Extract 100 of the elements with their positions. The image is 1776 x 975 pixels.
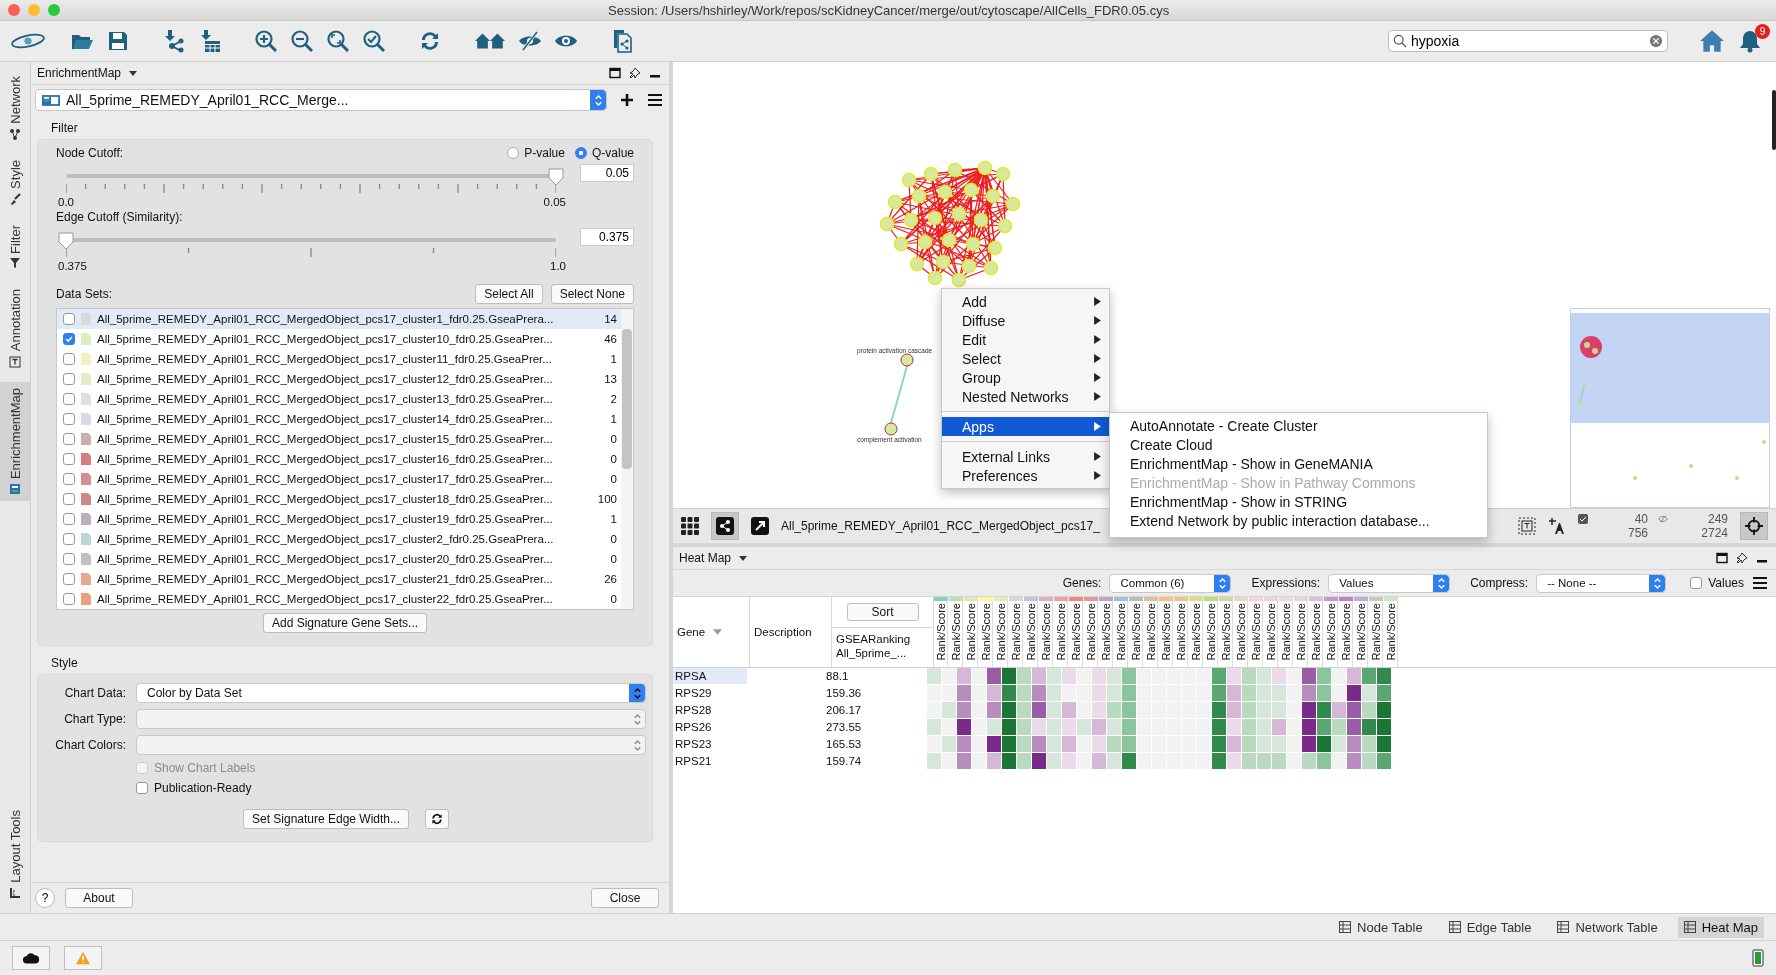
checkbox[interactable] — [63, 573, 75, 585]
grid-icon[interactable] — [681, 517, 699, 535]
menu-item[interactable]: EnrichmentMap - Show in STRING — [1110, 493, 1487, 512]
zoom-out-icon[interactable] — [290, 29, 314, 53]
select-button[interactable]: Select All — [475, 284, 543, 304]
column-header[interactable]: Rank/Score — [1204, 601, 1218, 667]
checkbox[interactable] — [63, 413, 75, 425]
menu-icon[interactable] — [647, 93, 663, 107]
maximize-icon[interactable] — [1716, 552, 1728, 564]
column-header[interactable]: Rank/Score — [1129, 601, 1143, 667]
data-set-row[interactable]: All_5prime_REMEDY_April01_RCC_MergedObject_pcs17_cluster10_fdr0.25.GseaPrer... 46 — [57, 329, 621, 349]
radio-label[interactable]: P-value — [524, 146, 565, 160]
column-header[interactable]: Rank/Score — [1219, 601, 1233, 667]
column-header[interactable]: Rank/Score — [934, 601, 948, 667]
data-set-row[interactable]: All_5prime_REMEDY_April01_RCC_MergedObject_pcs17_cluster17_fdr0.25.GseaPrer... 0 — [57, 469, 621, 489]
data-set-row[interactable]: All_5prime_REMEDY_April01_RCC_MergedObject_pcs17_cluster14_fdr0.25.GseaPrer... 1 — [57, 409, 621, 429]
zoom-fit-icon[interactable] — [326, 29, 350, 53]
menu-item[interactable]: Select — [942, 349, 1109, 368]
column-header[interactable]: Rank/Score — [1309, 601, 1323, 667]
close-button[interactable]: Close — [591, 888, 659, 908]
column-header[interactable]: Rank/Score — [1114, 601, 1128, 667]
menu-item[interactable]: Extend Network by public interaction database... — [1110, 512, 1487, 531]
checkbox[interactable] — [63, 473, 75, 485]
gene-cell[interactable]: RPS26 — [673, 719, 747, 735]
column-header[interactable]: Rank/Score — [1024, 601, 1038, 667]
expressions-dropdown[interactable]: Values — [1328, 573, 1451, 593]
slider-thumb[interactable] — [548, 168, 564, 186]
checkbox[interactable] — [63, 433, 75, 445]
checkbox[interactable] — [63, 533, 75, 545]
caret-icon[interactable] — [739, 555, 748, 561]
column-header[interactable]: Rank/Score — [1384, 601, 1398, 667]
move-text-icon[interactable] — [1548, 517, 1566, 535]
compress-dropdown[interactable]: -- None -- — [1536, 573, 1667, 593]
scrollbar-thumb[interactable] — [622, 329, 632, 469]
column-header[interactable]: Rank/Score — [1264, 601, 1278, 667]
checkbox[interactable] — [63, 313, 75, 325]
gene-cell[interactable]: RPS29 — [673, 685, 747, 701]
radio-label[interactable]: Q-value — [591, 146, 634, 160]
side-tab[interactable]: Style — [0, 153, 30, 211]
column-header[interactable]: Rank/Score — [1144, 601, 1158, 667]
network-view-button[interactable] — [711, 512, 739, 540]
checkbox[interactable] — [63, 453, 75, 465]
column-header[interactable]: Rank/Score — [1054, 601, 1068, 667]
column-header[interactable]: Rank/Score — [994, 601, 1008, 667]
side-tab[interactable]: Network — [0, 70, 30, 146]
refresh-button[interactable] — [425, 809, 450, 829]
checkbox[interactable] — [63, 493, 75, 505]
home-icon[interactable] — [1698, 28, 1726, 54]
menu-item[interactable]: External Links — [942, 447, 1109, 466]
menu-item[interactable]: Create Cloud — [1110, 436, 1487, 455]
menu-item[interactable]: Diffuse — [942, 311, 1109, 330]
gene-cell[interactable]: RPS23 — [673, 736, 747, 752]
column-header[interactable]: Rank/Score — [1369, 601, 1383, 667]
column-header[interactable]: Rank/Score — [1294, 601, 1308, 667]
gene-cell[interactable]: RPSA — [673, 668, 747, 684]
search-field[interactable]: hypoxia — [1388, 30, 1668, 52]
network-dropdown[interactable]: All_5prime_REMEDY_April01_RCC_Merge... — [35, 89, 607, 111]
menu-item[interactable]: AutoAnnotate - Create Cluster — [1110, 417, 1487, 436]
side-tab[interactable]: Annotation — [0, 283, 30, 374]
menu-icon[interactable] — [1752, 576, 1768, 590]
column-header[interactable]: Rank/Score — [1084, 601, 1098, 667]
add-icon[interactable] — [619, 93, 635, 107]
data-set-row[interactable]: All_5prime_REMEDY_April01_RCC_MergedObject_pcs17_cluster20_fdr0.25.GseaPrer... 0 — [57, 549, 621, 569]
menu-item[interactable]: Preferences — [942, 466, 1109, 485]
menu-item[interactable]: Apps — [942, 417, 1109, 436]
sort-button[interactable]: Sort — [846, 603, 919, 621]
zoom-in-icon[interactable] — [254, 29, 278, 53]
data-set-row[interactable]: All_5prime_REMEDY_April01_RCC_MergedObject_pcs17_cluster22_fdr0.25.GseaPrer... 0 — [57, 589, 621, 609]
data-set-row[interactable]: All_5prime_REMEDY_April01_RCC_MergedObject_pcs17_cluster18_fdr0.25.GseaPrer... 100 — [57, 489, 621, 509]
cutoff-field[interactable]: 0.05 — [580, 164, 634, 182]
data-set-row[interactable]: All_5prime_REMEDY_April01_RCC_MergedObject_pcs17_cluster1_fdr0.25.GseaPrera... 14 — [57, 309, 621, 329]
checkbox[interactable] — [63, 513, 75, 525]
checkbox-label[interactable]: Publication-Ready — [154, 781, 252, 795]
crosshair-button[interactable] — [1740, 512, 1768, 540]
radio-button[interactable] — [507, 147, 520, 159]
column-header[interactable]: Rank/Score — [1009, 601, 1023, 667]
gene-cell[interactable]: RPS28 — [673, 702, 747, 718]
checkbox[interactable] — [63, 553, 75, 565]
menu-item[interactable]: Edit — [942, 330, 1109, 349]
text-annotation-icon[interactable] — [1518, 517, 1536, 535]
data-set-row[interactable]: All_5prime_REMEDY_April01_RCC_MergedObject_pcs17_cluster11_fdr0.25.GseaPrer... 1 — [57, 349, 621, 369]
column-header[interactable]: Rank/Score — [1189, 601, 1203, 667]
side-tab[interactable]: EnrichmentMap — [0, 381, 30, 501]
checkbox[interactable] — [63, 393, 75, 405]
maximize-icon[interactable] — [609, 67, 621, 79]
checkbox[interactable] — [63, 373, 75, 385]
column-header[interactable]: Rank/Score — [1234, 601, 1248, 667]
column-header[interactable]: Rank/Score — [949, 601, 963, 667]
column-header[interactable]: Rank/Score — [979, 601, 993, 667]
column-header[interactable]: Rank/Score — [1339, 601, 1353, 667]
gene-cell[interactable]: RPS21 — [673, 753, 747, 769]
slider-thumb[interactable] — [58, 232, 74, 250]
checkbox[interactable] — [63, 593, 75, 605]
radio-button[interactable] — [574, 147, 587, 159]
data-set-row[interactable]: All_5prime_REMEDY_April01_RCC_MergedObject_pcs17_cluster15_fdr0.25.GseaPrer... 0 — [57, 429, 621, 449]
panel-title[interactable]: Heat Map — [679, 551, 732, 565]
checkbox[interactable] — [63, 333, 75, 345]
checkbox[interactable] — [63, 353, 75, 365]
column-header[interactable]: GSEARanking All_5prime_... — [832, 628, 933, 660]
column-header[interactable]: Rank/Score — [1324, 601, 1338, 667]
